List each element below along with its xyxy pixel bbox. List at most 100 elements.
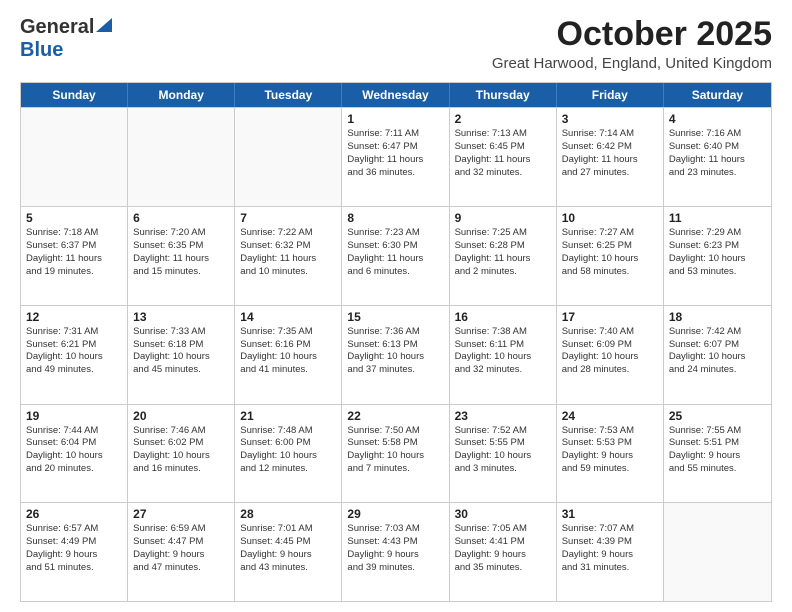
header-day-tuesday: Tuesday [235, 83, 342, 107]
calendar-cell-18: 18Sunrise: 7:42 AM Sunset: 6:07 PM Dayli… [664, 306, 771, 404]
day-info: Sunrise: 7:31 AM Sunset: 6:21 PM Dayligh… [26, 326, 122, 377]
calendar-row-2: 5 Sunrise: 7:18 AM Sunset: 6:37 PM Daylig… [21, 206, 771, 305]
calendar-cell-26: 26 Sunrise: 6:57 AM Sunset: 4:49 PM Dayli… [21, 503, 128, 601]
day-number: 28 [240, 507, 336, 521]
day-info: Sunrise: 7:50 AM Sunset: 5:58 PM Dayligh… [347, 425, 443, 476]
title-area: October 2025 Great Harwood, England, Uni… [492, 16, 772, 72]
calendar-cell-19: 19 Sunrise: 7:44 AM Sunset: 6:04 PM Dayli… [21, 405, 128, 503]
day-number: 19 [26, 409, 122, 423]
calendar-cell-14: 14 Sunrise: 7:35 AM Sunset: 6:16 PM Dayli… [235, 306, 342, 404]
calendar-row-4: 19 Sunrise: 7:44 AM Sunset: 6:04 PM Dayli… [21, 404, 771, 503]
calendar-cell-10: 10 Sunrise: 7:27 AM Sunset: 6:25 PM Dayli… [557, 207, 664, 305]
day-info: Sunrise: 7:52 AM Sunset: 5:55 PM Dayligh… [455, 425, 551, 476]
location: Great Harwood, England, United Kingdom [492, 55, 772, 72]
calendar-cell-empty-6 [664, 503, 771, 601]
calendar-cell-7: 7 Sunrise: 7:22 AM Sunset: 6:32 PM Daylig… [235, 207, 342, 305]
calendar-cell-15: 15 Sunrise: 7:36 AM Sunset: 6:13 PM Dayli… [342, 306, 449, 404]
day-info: Sunrise: 7:22 AM Sunset: 6:32 PM Dayligh… [240, 227, 336, 278]
day-info: Sunrise: 7:27 AM Sunset: 6:25 PM Dayligh… [562, 227, 658, 278]
day-number: 10 [562, 211, 658, 225]
day-info: Sunrise: 7:01 AM Sunset: 4:45 PM Dayligh… [240, 523, 336, 574]
logo-icon [96, 18, 112, 32]
header-day-friday: Friday [557, 83, 664, 107]
day-number: 8 [347, 211, 443, 225]
calendar-row-1: 1 Sunrise: 7:11 AM Sunset: 6:47 PM Daylig… [21, 107, 771, 206]
calendar-cell-31: 31 Sunrise: 7:07 AM Sunset: 4:39 PM Dayli… [557, 503, 664, 601]
calendar-cell-11: 11 Sunrise: 7:29 AM Sunset: 6:23 PM Dayli… [664, 207, 771, 305]
calendar-cell-29: 29Sunrise: 7:03 AM Sunset: 4:43 PM Dayli… [342, 503, 449, 601]
calendar-body: 1 Sunrise: 7:11 AM Sunset: 6:47 PM Daylig… [21, 107, 771, 601]
header: General Blue October 2025 Great Harwood,… [20, 16, 772, 72]
day-info: Sunrise: 7:14 AM Sunset: 6:42 PM Dayligh… [562, 128, 658, 179]
calendar-cell-27: 27 Sunrise: 6:59 AM Sunset: 4:47 PM Dayli… [128, 503, 235, 601]
day-info: Sunrise: 7:35 AM Sunset: 6:16 PM Dayligh… [240, 326, 336, 377]
day-number: 13 [133, 310, 229, 324]
day-number: 1 [347, 112, 443, 126]
day-number: 15 [347, 310, 443, 324]
day-number: 23 [455, 409, 551, 423]
logo-line1: General [20, 16, 112, 39]
day-info: Sunrise: 7:11 AM Sunset: 6:47 PM Dayligh… [347, 128, 443, 179]
calendar-cell-28: 28 Sunrise: 7:01 AM Sunset: 4:45 PM Dayli… [235, 503, 342, 601]
day-info: Sunrise: 7:36 AM Sunset: 6:13 PM Dayligh… [347, 326, 443, 377]
logo-general: General [20, 16, 94, 39]
day-number: 26 [26, 507, 122, 521]
logo: General Blue [20, 16, 112, 62]
day-info: Sunrise: 7:38 AM Sunset: 6:11 PM Dayligh… [455, 326, 551, 377]
day-number: 30 [455, 507, 551, 521]
day-info: Sunrise: 7:23 AM Sunset: 6:30 PM Dayligh… [347, 227, 443, 278]
day-info: Sunrise: 6:59 AM Sunset: 4:47 PM Dayligh… [133, 523, 229, 574]
calendar-cell-empty-2 [235, 108, 342, 206]
calendar: SundayMondayTuesdayWednesdayThursdayFrid… [20, 82, 772, 602]
day-number: 16 [455, 310, 551, 324]
calendar-cell-1: 1 Sunrise: 7:11 AM Sunset: 6:47 PM Daylig… [342, 108, 449, 206]
day-info: Sunrise: 7:53 AM Sunset: 5:53 PM Dayligh… [562, 425, 658, 476]
calendar-cell-3: 3 Sunrise: 7:14 AM Sunset: 6:42 PM Daylig… [557, 108, 664, 206]
calendar-cell-25: 25 Sunrise: 7:55 AM Sunset: 5:51 PM Dayli… [664, 405, 771, 503]
header-day-monday: Monday [128, 83, 235, 107]
day-info: Sunrise: 7:33 AM Sunset: 6:18 PM Dayligh… [133, 326, 229, 377]
calendar-cell-empty-1 [128, 108, 235, 206]
day-info: Sunrise: 7:07 AM Sunset: 4:39 PM Dayligh… [562, 523, 658, 574]
calendar-cell-6: 6Sunrise: 7:20 AM Sunset: 6:35 PM Daylig… [128, 207, 235, 305]
day-info: Sunrise: 7:18 AM Sunset: 6:37 PM Dayligh… [26, 227, 122, 278]
day-number: 20 [133, 409, 229, 423]
day-info: Sunrise: 7:13 AM Sunset: 6:45 PM Dayligh… [455, 128, 551, 179]
header-day-wednesday: Wednesday [342, 83, 449, 107]
header-day-saturday: Saturday [664, 83, 771, 107]
day-number: 3 [562, 112, 658, 126]
day-number: 14 [240, 310, 336, 324]
day-number: 2 [455, 112, 551, 126]
day-info: Sunrise: 7:16 AM Sunset: 6:40 PM Dayligh… [669, 128, 766, 179]
day-info: Sunrise: 7:55 AM Sunset: 5:51 PM Dayligh… [669, 425, 766, 476]
day-number: 11 [669, 211, 766, 225]
calendar-cell-23: 23 Sunrise: 7:52 AM Sunset: 5:55 PM Dayli… [450, 405, 557, 503]
calendar-cell-9: 9Sunrise: 7:25 AM Sunset: 6:28 PM Daylig… [450, 207, 557, 305]
calendar-cell-22: 22 Sunrise: 7:50 AM Sunset: 5:58 PM Dayli… [342, 405, 449, 503]
day-info: Sunrise: 7:42 AM Sunset: 6:07 PM Dayligh… [669, 326, 766, 377]
day-info: Sunrise: 6:57 AM Sunset: 4:49 PM Dayligh… [26, 523, 122, 574]
day-info: Sunrise: 7:25 AM Sunset: 6:28 PM Dayligh… [455, 227, 551, 278]
day-number: 25 [669, 409, 766, 423]
day-info: Sunrise: 7:46 AM Sunset: 6:02 PM Dayligh… [133, 425, 229, 476]
calendar-cell-empty-0 [21, 108, 128, 206]
day-number: 7 [240, 211, 336, 225]
calendar-cell-5: 5 Sunrise: 7:18 AM Sunset: 6:37 PM Daylig… [21, 207, 128, 305]
calendar-cell-30: 30Sunrise: 7:05 AM Sunset: 4:41 PM Dayli… [450, 503, 557, 601]
day-number: 5 [26, 211, 122, 225]
logo-line2: Blue [20, 39, 63, 62]
calendar-cell-12: 12 Sunrise: 7:31 AM Sunset: 6:21 PM Dayli… [21, 306, 128, 404]
day-number: 29 [347, 507, 443, 521]
day-info: Sunrise: 7:44 AM Sunset: 6:04 PM Dayligh… [26, 425, 122, 476]
day-number: 12 [26, 310, 122, 324]
day-number: 27 [133, 507, 229, 521]
day-number: 6 [133, 211, 229, 225]
header-day-sunday: Sunday [21, 83, 128, 107]
day-number: 21 [240, 409, 336, 423]
day-number: 4 [669, 112, 766, 126]
page: General Blue October 2025 Great Harwood,… [0, 0, 792, 612]
day-info: Sunrise: 7:29 AM Sunset: 6:23 PM Dayligh… [669, 227, 766, 278]
day-number: 17 [562, 310, 658, 324]
day-number: 31 [562, 507, 658, 521]
day-number: 22 [347, 409, 443, 423]
